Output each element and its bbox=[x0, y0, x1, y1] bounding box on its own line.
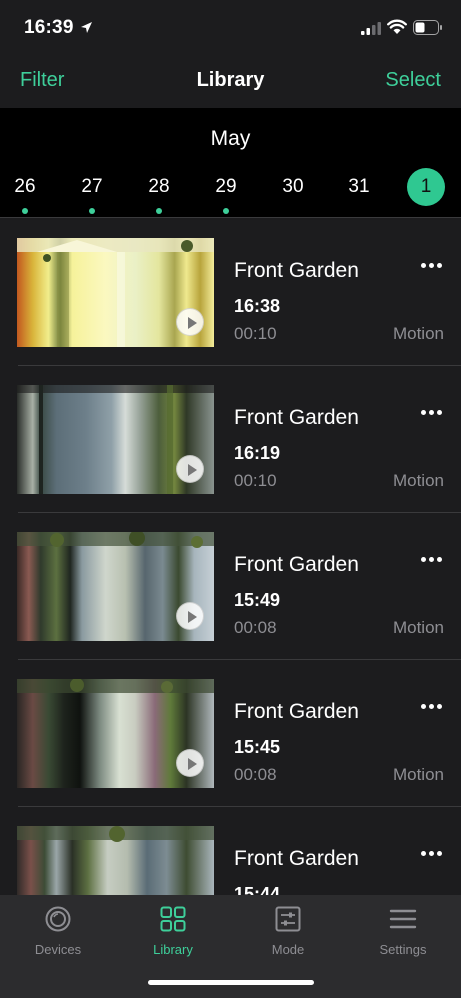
clip-duration: 00:08 bbox=[234, 618, 277, 637]
tab-library[interactable]: Library bbox=[123, 905, 223, 957]
play-icon[interactable] bbox=[176, 749, 204, 777]
calendar-day[interactable]: 29 bbox=[206, 168, 246, 214]
calendar-day-number: 27 bbox=[81, 176, 103, 197]
clip-thumbnail[interactable] bbox=[17, 826, 214, 895]
calendar-day-number: 26 bbox=[14, 176, 36, 197]
calendar-day-number: 1 bbox=[420, 176, 432, 197]
event-dot bbox=[22, 208, 28, 214]
more-options-icon[interactable] bbox=[421, 263, 443, 271]
calendar-strip: May 26 27 28 29 30 31 1 bbox=[0, 108, 461, 218]
cellular-signal-icon bbox=[361, 22, 381, 35]
calendar-day[interactable]: 28 bbox=[139, 168, 179, 214]
clip-list[interactable]: Front Garden 16:38 00:10 Motion Front Ga… bbox=[0, 219, 461, 895]
tab-mode[interactable]: Mode bbox=[238, 905, 338, 957]
clip-event-type: Motion bbox=[392, 618, 444, 637]
calendar-day-number: 30 bbox=[282, 176, 304, 197]
wifi-icon bbox=[387, 19, 407, 34]
clip-thumbnail-image bbox=[17, 826, 214, 895]
clip-time: 16:19 bbox=[234, 443, 281, 463]
clip-camera-name: Front Garden bbox=[234, 553, 359, 576]
clip-row[interactable]: Front Garden 15:44 bbox=[0, 807, 461, 895]
clip-thumbnail[interactable] bbox=[17, 532, 214, 641]
tab-label: Settings bbox=[379, 942, 427, 957]
clip-event-type: Motion bbox=[392, 324, 444, 343]
more-options-icon[interactable] bbox=[421, 557, 443, 565]
location-arrow-icon bbox=[81, 22, 92, 33]
more-options-icon[interactable] bbox=[421, 851, 443, 859]
event-dot bbox=[223, 208, 229, 214]
camera-lens-icon bbox=[45, 906, 71, 932]
clip-time: 15:44 bbox=[234, 884, 281, 895]
battery-icon bbox=[413, 20, 442, 35]
sliders-icon bbox=[275, 906, 301, 932]
grid-icon bbox=[160, 906, 186, 932]
clip-camera-name: Front Garden bbox=[234, 700, 359, 723]
status-bar: 16:39 bbox=[0, 0, 461, 56]
home-indicator[interactable] bbox=[148, 980, 314, 985]
clip-thumbnail[interactable] bbox=[17, 238, 214, 347]
tab-label: Devices bbox=[34, 942, 82, 957]
calendar-day[interactable]: 30 bbox=[273, 168, 313, 208]
event-dot bbox=[156, 208, 162, 214]
clip-event-type: Motion bbox=[392, 471, 444, 490]
clip-duration: 00:10 bbox=[234, 324, 277, 343]
hamburger-icon bbox=[389, 909, 417, 929]
clip-row[interactable]: Front Garden 15:45 00:08 Motion bbox=[0, 660, 461, 807]
clip-event-type: Motion bbox=[392, 765, 444, 784]
calendar-day-number: 31 bbox=[348, 176, 370, 197]
tab-label: Mode bbox=[271, 942, 305, 957]
nav-bar: Filter Library Select bbox=[0, 56, 461, 108]
clip-camera-name: Front Garden bbox=[234, 406, 359, 429]
clip-camera-name: Front Garden bbox=[234, 259, 359, 282]
clip-time: 16:38 bbox=[234, 296, 281, 316]
more-options-icon[interactable] bbox=[421, 704, 443, 712]
calendar-month: May bbox=[210, 127, 251, 150]
clip-camera-name: Front Garden bbox=[234, 847, 359, 870]
status-time: 16:39 bbox=[24, 17, 74, 38]
clip-duration: 00:08 bbox=[234, 765, 277, 784]
clip-row[interactable]: Front Garden 15:49 00:08 Motion bbox=[0, 513, 461, 660]
clip-thumbnail[interactable] bbox=[17, 385, 214, 494]
event-dot bbox=[89, 208, 95, 214]
calendar-day[interactable]: 26 bbox=[5, 168, 45, 214]
tab-devices[interactable]: Devices bbox=[8, 905, 108, 957]
calendar-day-number: 28 bbox=[148, 176, 170, 197]
clip-row[interactable]: Front Garden 16:38 00:10 Motion bbox=[0, 219, 461, 366]
calendar-day-number: 29 bbox=[215, 176, 237, 197]
tab-bar: Devices Library Mode Settings bbox=[0, 895, 461, 998]
clip-row[interactable]: Front Garden 16:19 00:10 Motion bbox=[0, 366, 461, 513]
more-options-icon[interactable] bbox=[421, 410, 443, 418]
play-icon[interactable] bbox=[176, 308, 204, 336]
clip-thumbnail[interactable] bbox=[17, 679, 214, 788]
tab-label: Library bbox=[153, 942, 193, 957]
clip-duration: 00:10 bbox=[234, 471, 277, 490]
play-icon[interactable] bbox=[176, 455, 204, 483]
select-button[interactable]: Select bbox=[385, 69, 441, 92]
calendar-day-selected[interactable]: 1 bbox=[406, 168, 446, 208]
clip-time: 15:49 bbox=[234, 590, 281, 610]
tab-settings[interactable]: Settings bbox=[353, 905, 453, 957]
calendar-day[interactable]: 31 bbox=[339, 168, 379, 208]
play-icon[interactable] bbox=[176, 602, 204, 630]
calendar-day[interactable]: 27 bbox=[72, 168, 112, 214]
clip-time: 15:45 bbox=[234, 737, 281, 757]
